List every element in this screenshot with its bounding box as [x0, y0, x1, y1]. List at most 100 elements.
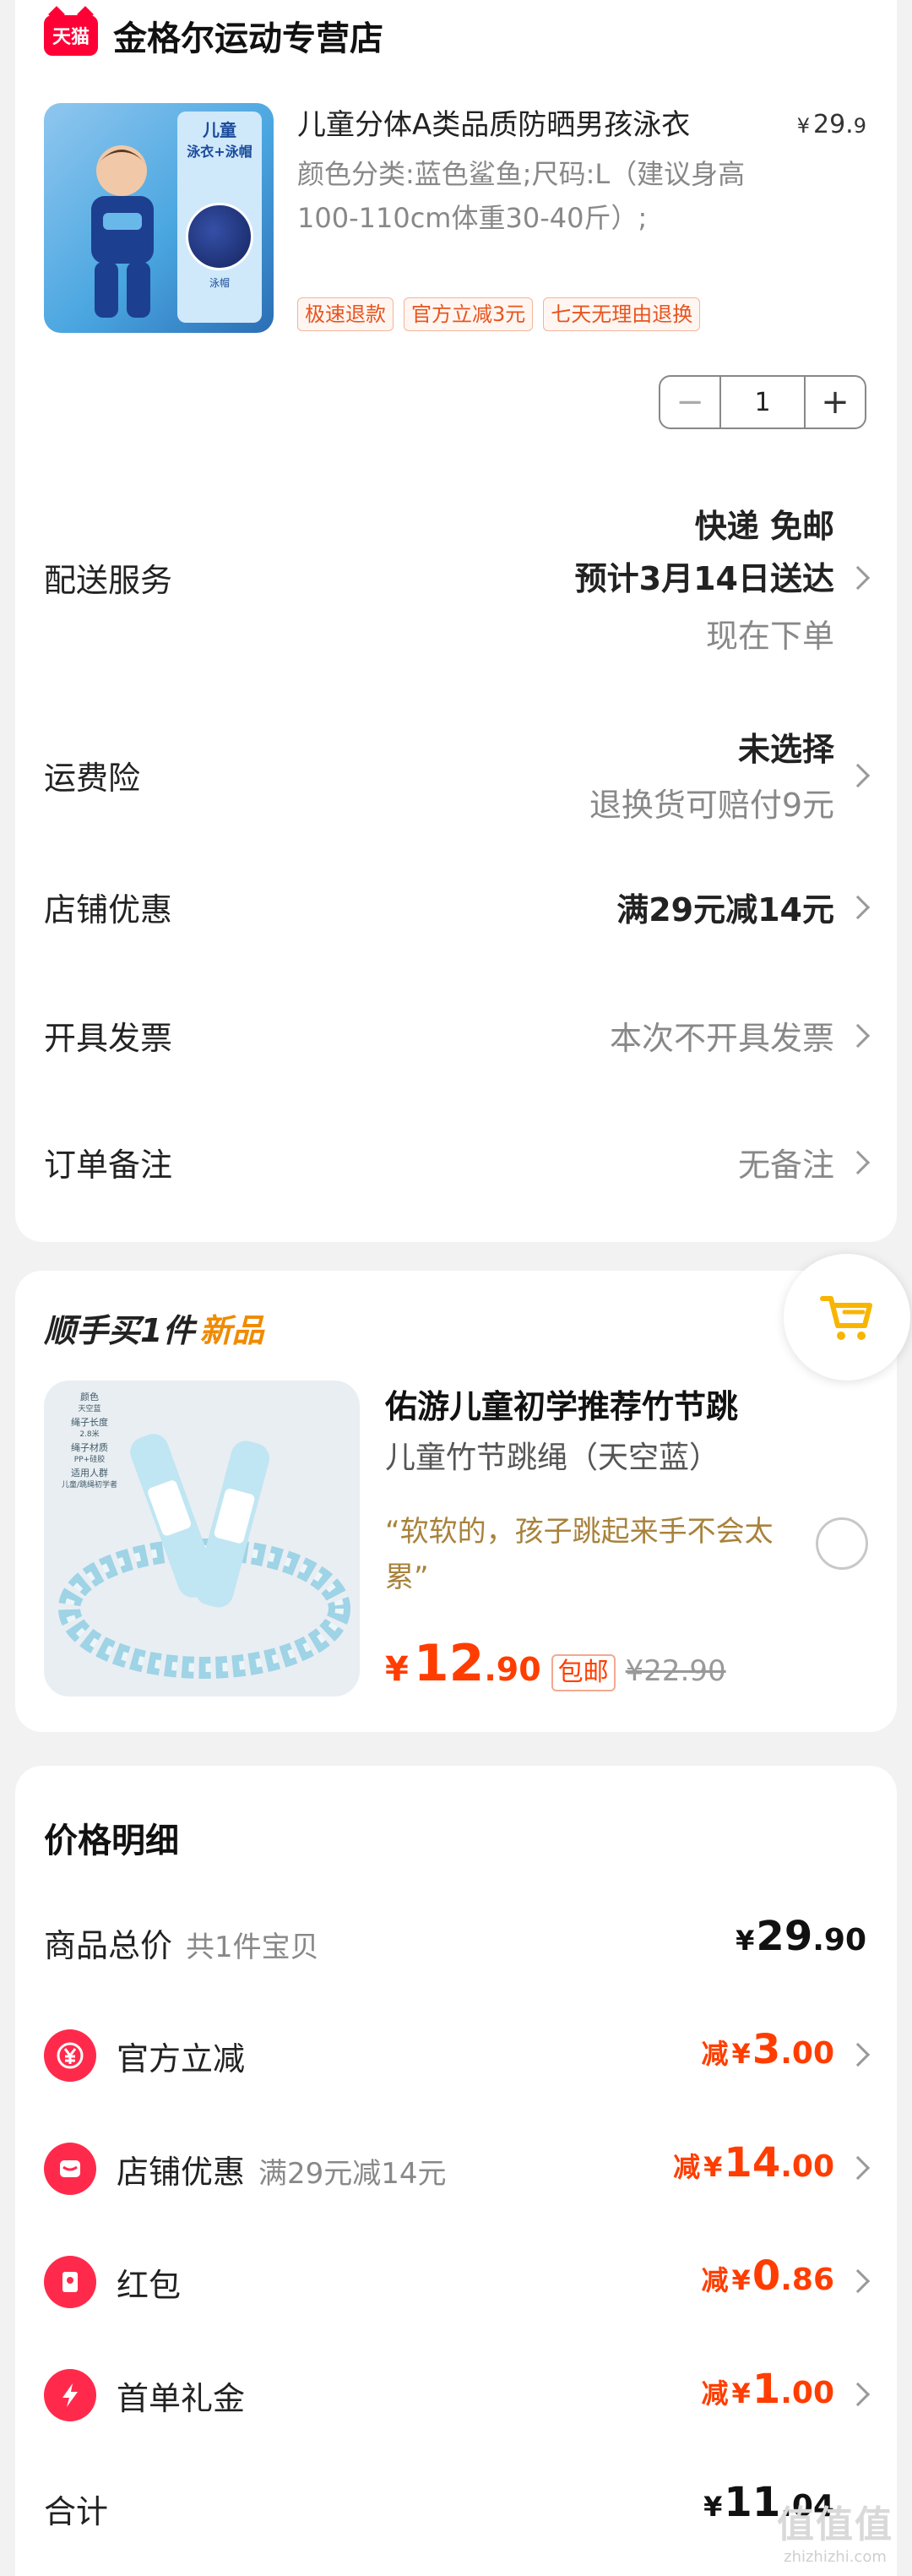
cart-float-button[interactable] [784, 1254, 910, 1381]
invoice-value: 本次不开具发票 [609, 1020, 834, 1057]
image-label-set: 泳衣+泳帽 [187, 144, 252, 160]
chevron-right-icon [845, 763, 871, 788]
addon-subtitle: 儿童竹节跳绳（天空蓝） [385, 1440, 720, 1475]
price-row-first-order-gift[interactable]: 首单礼金 减 ¥ 1 .00 [44, 2366, 871, 2425]
discount-prefix: 减 [701, 2038, 729, 2070]
tag-official-discount: 官方立减3元 [404, 297, 534, 331]
discount-currency: ¥ [731, 2377, 751, 2410]
chevron-right-icon [845, 2042, 871, 2067]
official-discount-label: 官方立减 [117, 2040, 246, 2078]
product-spec[interactable]: 颜色分类:蓝色鲨鱼;尺码:L（建议身高100-110cm体重30-40斤）; [297, 152, 804, 240]
goods-total-decimal: .90 [812, 1923, 866, 1958]
tag-seven-day-return: 七天无理由退换 [543, 297, 701, 331]
addon-price-int: 12 [413, 1634, 485, 1693]
invoice-row[interactable]: 开具发票 本次不开具发票 [44, 1012, 871, 1063]
shopping-cart-icon [820, 1296, 872, 1340]
addon-new-tag: 新品 [199, 1312, 264, 1349]
total-label: 合计 [44, 2493, 109, 2530]
addon-title[interactable]: 佑游儿童初学推荐竹节跳 [385, 1381, 738, 1427]
quantity-stepper: − 1 + [659, 375, 866, 429]
addon-heading: 顺手买1件 新品 [44, 1304, 263, 1351]
discount-prefix: 减 [701, 2377, 729, 2410]
shipping-note: 现在下单 [705, 618, 834, 655]
product-image[interactable]: 儿童 泳衣+泳帽 泳帽 [44, 103, 274, 333]
remark-row[interactable]: 订单备注 无备注 [44, 1139, 871, 1190]
quantity-plus-button[interactable]: + [806, 377, 865, 428]
discount-decimal: .00 [780, 2149, 834, 2184]
discount-int: 0 [752, 2252, 781, 2300]
red-packet-value: 减 ¥ 0 .86 [702, 2252, 834, 2300]
first-order-gift-label: 首单礼金 [117, 2380, 246, 2417]
chevron-right-icon [845, 895, 871, 920]
addon-price-currency: ¥ [385, 1650, 409, 1689]
store-discount-value: 满29元减14元 [616, 891, 834, 929]
goods-count: 共1件宝贝 [186, 1931, 319, 1964]
quantity-value[interactable]: 1 [719, 377, 806, 428]
shipping-label: 配送服务 [44, 562, 173, 599]
shop-name[interactable]: 金格尔运动专营店 [113, 11, 383, 60]
chevron-right-icon [845, 2268, 871, 2294]
red-packet-label: 红包 [117, 2267, 182, 2304]
spec-crowd-value: 儿童/跳绳初学者 [61, 1481, 118, 1490]
tmall-logo: 天猫 [44, 15, 98, 56]
total-currency: ¥ [703, 2491, 723, 2523]
shop-header[interactable]: 天猫 金格尔运动专营店 [44, 10, 383, 61]
store-discount-row[interactable]: 店铺优惠 满29元减14元 [44, 884, 871, 934]
shipping-eta: 预计3月14日送达 [574, 560, 834, 597]
goods-total-label: 商品总价 [44, 1927, 173, 1964]
discount-decimal: .00 [780, 2036, 834, 2071]
discount-currency: ¥ [703, 2151, 723, 2183]
chevron-right-icon [845, 565, 871, 591]
price-row-official-discount[interactable]: 官方立减 减 ¥ 3 .00 [44, 2026, 871, 2085]
spec-color-label: 颜色 [80, 1391, 99, 1402]
chevron-right-icon [845, 1023, 871, 1048]
store-discount-price-label: 店铺优惠 满29元减14元 [117, 2146, 447, 2192]
price-decimal: 9 [853, 114, 866, 138]
addon-quote: “软软的，孩子跳起来手不会太累” [385, 1515, 774, 1594]
addon-image-specs: 颜色 天空蓝 绳子长度 2.8米 绳子材质 PP+硅胶 适用人群 儿童/跳绳初学… [52, 1391, 127, 1492]
yuan-icon [44, 2029, 96, 2082]
product-price: ¥29.9 [797, 110, 866, 139]
chevron-right-icon [845, 2382, 871, 2407]
discount-currency: ¥ [731, 2038, 751, 2070]
free-shipping-badge: 包邮 [551, 1654, 616, 1691]
addon-original-price: ¥22.90 [625, 1654, 726, 1688]
remark-value: 无备注 [737, 1146, 834, 1184]
price-detail-card: 价格明细 商品总价 共1件宝贝 ¥ 29 .90 官方立减 减 ¥ 3 .00 店… [15, 1766, 897, 2576]
insurance-value: 未选择 [737, 731, 834, 768]
first-order-gift-value: 减 ¥ 1 .00 [702, 2366, 834, 2413]
watermark-url: zhizhizhi.com [784, 2547, 887, 2566]
price-int: 29. [813, 110, 854, 139]
addon-price-decimal: .90 [484, 1651, 541, 1688]
insurance-row[interactable]: 运费险 未选择 退换货可赔付9元 [44, 723, 871, 825]
addon-product-image[interactable]: 颜色 天空蓝 绳子长度 2.8米 绳子材质 PP+硅胶 适用人群 儿童/跳绳初学… [44, 1381, 360, 1696]
discount-int: 1 [752, 2366, 781, 2413]
discount-int: 14 [724, 2139, 781, 2187]
product-image-panel: 儿童 泳衣+泳帽 泳帽 [177, 112, 262, 323]
swim-cap-image [186, 203, 253, 270]
store-discount-rule: 满29元减14元 [258, 2157, 447, 2191]
shop-icon [44, 2143, 96, 2195]
tmall-logo-text: 天猫 [52, 27, 90, 48]
spec-material-value: PP+硅胶 [73, 1456, 106, 1464]
official-discount-value: 减 ¥ 3 .00 [702, 2026, 834, 2073]
price-row-red-packet[interactable]: 红包 减 ¥ 0 .86 [44, 2252, 871, 2312]
price-currency: ¥ [796, 114, 810, 138]
shipping-row[interactable]: 快递 免邮 配送服务 预计3月14日送达 现在下单 [44, 500, 871, 655]
quantity-minus-button[interactable]: − [660, 377, 719, 428]
swim-cap-label: 泳帽 [209, 277, 230, 289]
chevron-right-icon [845, 2155, 871, 2181]
goods-total-int: 29 [756, 1913, 813, 1960]
store-discount-price-value: 减 ¥ 14 .00 [673, 2139, 834, 2187]
goods-total-currency: ¥ [736, 1925, 755, 1957]
product-tags: 极速退款 官方立减3元 七天无理由退换 [297, 297, 701, 331]
image-label-kids: 儿童 [203, 120, 236, 140]
price-row-store-discount[interactable]: 店铺优惠 满29元减14元 减 ¥ 14 .00 [44, 2139, 871, 2198]
product-title[interactable]: 儿童分体A类品质防晒男孩泳衣 [297, 106, 804, 144]
insurance-note: 退换货可赔付9元 [589, 787, 834, 824]
addon-price: ¥ 12 .90 包邮 ¥22.90 [385, 1634, 726, 1693]
price-row-total: 合计 ¥ 11 .04 [44, 2479, 866, 2538]
remark-label: 订单备注 [44, 1146, 173, 1184]
price-detail-title: 价格明细 [44, 1822, 179, 1860]
addon-select-radio[interactable] [816, 1517, 868, 1570]
